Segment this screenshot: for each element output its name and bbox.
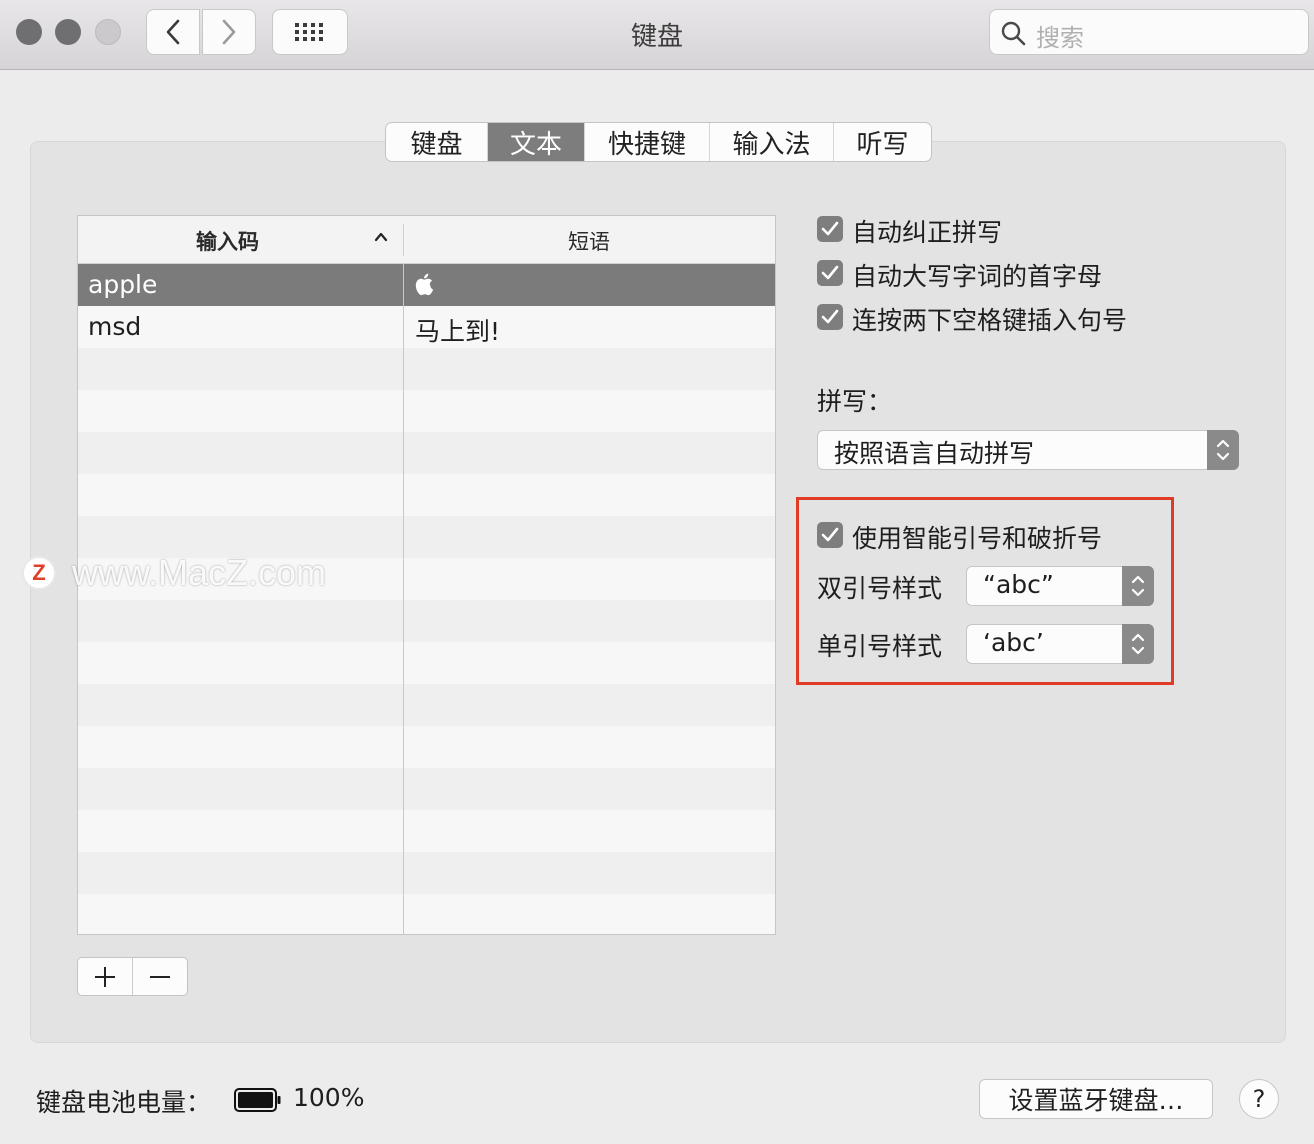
sort-ascending-icon — [374, 232, 388, 242]
help-button[interactable]: ? — [1239, 1079, 1279, 1119]
table-body: apple msd 马上到! — [78, 264, 775, 934]
tab-shortcuts[interactable]: 快捷键 — [584, 123, 709, 161]
auto-correct-checkbox[interactable] — [817, 216, 843, 242]
table-row[interactable]: msd 马上到! — [78, 306, 775, 348]
tab-keyboard[interactable]: 键盘 — [386, 123, 487, 161]
watermark-text: www.MacZ.com — [72, 552, 327, 593]
battery-icon — [234, 1088, 281, 1112]
double-quote-label: 双引号样式 — [817, 574, 943, 603]
double-space-period-label[interactable]: 连按两下空格键插入句号 — [852, 301, 1127, 337]
setup-bluetooth-keyboard-button[interactable]: 设置蓝牙键盘… — [979, 1079, 1213, 1119]
battery-label: 键盘电池电量： — [36, 1088, 212, 1117]
checkmark-icon — [821, 221, 839, 236]
title-bar: 键盘 搜索 — [0, 0, 1314, 70]
popup-arrows — [1207, 430, 1239, 470]
spelling-label: 拼写： — [817, 387, 893, 416]
checkmark-icon — [821, 309, 839, 324]
single-quote-popup[interactable]: ‘abc’ — [966, 624, 1154, 664]
search-icon — [1001, 21, 1026, 46]
smart-quotes-checkbox[interactable] — [817, 522, 843, 548]
add-remove-control — [77, 957, 188, 996]
auto-capitalize-label[interactable]: 自动大写字词的首字母 — [852, 257, 1102, 293]
chevron-up-down-icon — [1216, 439, 1230, 461]
table-row[interactable]: apple — [78, 264, 775, 306]
remove-button[interactable] — [133, 958, 187, 995]
column-divider — [403, 264, 404, 934]
tab-input-sources[interactable]: 输入法 — [709, 123, 833, 161]
chevron-up-down-icon — [1131, 633, 1145, 655]
row-phrase-cell: 马上到! — [415, 317, 501, 346]
tab-dictation[interactable]: 听写 — [833, 123, 931, 161]
tab-bar: 键盘 文本 快捷键 输入法 听写 — [385, 122, 932, 162]
double-quote-value: “abc” — [983, 570, 1054, 599]
popup-arrows — [1122, 566, 1154, 606]
search-field[interactable]: 搜索 — [989, 9, 1309, 55]
column-header-input[interactable]: 输入码 — [196, 226, 259, 256]
auto-capitalize-checkbox[interactable] — [817, 260, 843, 286]
checkmark-icon — [821, 527, 839, 542]
popup-arrows — [1122, 624, 1154, 664]
single-quote-label: 单引号样式 — [817, 632, 943, 661]
checkmark-icon — [821, 265, 839, 280]
spelling-value: 按照语言自动拼写 — [834, 439, 1035, 468]
watermark-logo-icon: Z — [22, 556, 56, 590]
chevron-up-down-icon — [1131, 575, 1145, 597]
battery-value: 100% — [293, 1083, 365, 1112]
double-space-period-checkbox[interactable] — [817, 304, 843, 330]
row-input-cell: msd — [88, 312, 142, 341]
column-header-phrase[interactable]: 短语 — [568, 226, 610, 256]
minus-icon — [150, 975, 170, 978]
spelling-popup[interactable]: 按照语言自动拼写 — [817, 430, 1239, 470]
smart-quotes-label[interactable]: 使用智能引号和破折号 — [852, 519, 1102, 555]
plus-icon — [95, 966, 115, 987]
add-button[interactable] — [78, 958, 133, 995]
search-placeholder: 搜索 — [1036, 24, 1084, 52]
row-input-cell: apple — [88, 270, 158, 299]
tab-text[interactable]: 文本 — [487, 123, 584, 161]
double-quote-popup[interactable]: “abc” — [966, 566, 1154, 606]
header-divider — [403, 224, 404, 256]
table-header: 输入码 短语 — [78, 216, 775, 264]
apple-logo-icon — [415, 272, 435, 302]
single-quote-value: ‘abc’ — [983, 628, 1044, 657]
auto-correct-label[interactable]: 自动纠正拼写 — [852, 213, 1002, 249]
